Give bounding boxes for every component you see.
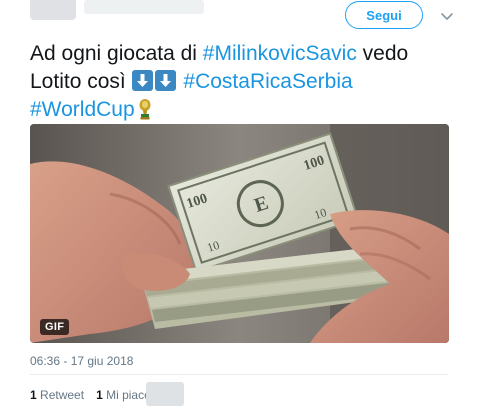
blurred-avatar[interactable] (30, 0, 76, 20)
hashtag-link-worldcup[interactable]: #WorldCup (30, 98, 135, 121)
divider (30, 374, 448, 375)
down-arrow-emoji-icon (131, 70, 153, 91)
tweet-text-segment: Lotito così (30, 70, 132, 93)
blurred-liker-avatar[interactable] (146, 382, 184, 406)
hashtag-link-costaricaserbia[interactable]: #CostaRicaSerbia (183, 70, 352, 93)
tweet-timestamp[interactable]: 06:36 - 17 giu 2018 (30, 354, 133, 368)
gif-badge: GIF (40, 319, 70, 335)
like-stat[interactable]: 1 Mi piace (96, 388, 151, 402)
gif-media[interactable]: E 100 100 10 10 GIF (30, 124, 449, 343)
hashtag-link-milinkovicsavic[interactable]: #MilinkovicSavic (203, 42, 357, 65)
follow-button[interactable]: Segui (345, 1, 423, 29)
like-label: Mi piace (106, 388, 151, 402)
gif-frame-illustration: E 100 100 10 10 (30, 124, 449, 343)
tweet-stats: 1 Retweet 1 Mi piace (30, 388, 163, 402)
chevron-down-icon[interactable] (439, 8, 455, 24)
down-arrow-emoji-icon (154, 70, 176, 91)
blurred-username[interactable] (84, 0, 204, 14)
retweet-label: Retweet (40, 388, 85, 402)
tweet-header: Segui (0, 0, 477, 34)
tweet-text: Ad ogni giocata di #MilinkovicSavic vedo… (30, 40, 450, 124)
tweet-text-segment: vedo (356, 42, 409, 65)
like-count: 1 (96, 388, 103, 402)
tweet-text-segment: Ad ogni giocata di (30, 42, 203, 65)
retweet-stat[interactable]: 1 Retweet (30, 388, 84, 402)
trophy-emoji-icon (137, 98, 153, 120)
retweet-count: 1 (30, 388, 37, 402)
